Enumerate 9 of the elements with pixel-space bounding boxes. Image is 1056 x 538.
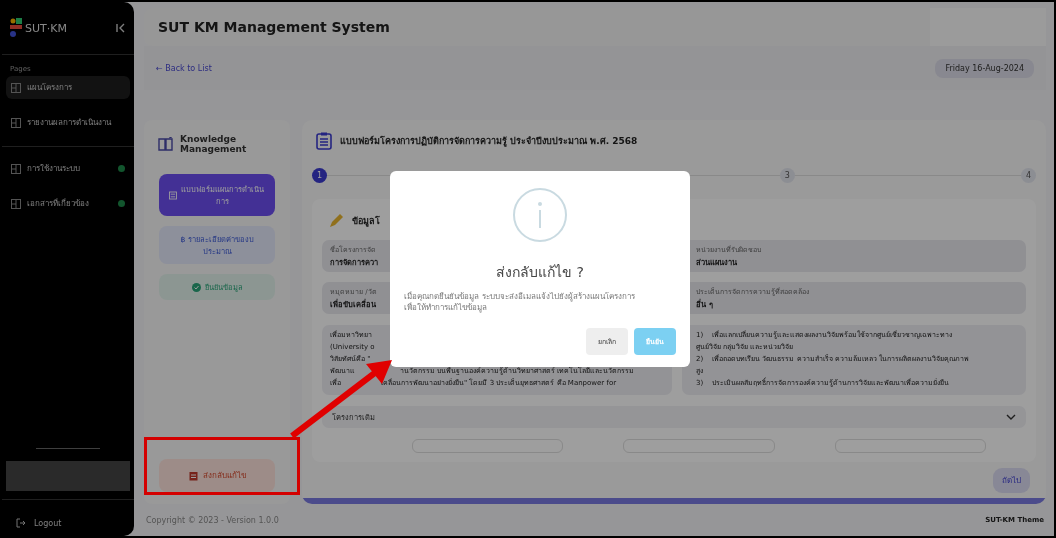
form-title: แบบฟอร์มโครงการปฏิบัติการจัดการความรู้ ประจำปีงบประมาณ พ.ศ. 2568	[340, 134, 638, 148]
app-title: SUT KM Management System	[158, 19, 390, 35]
dialog-message: เมื่อคุณกดยืนยันข้อมูล ระบบจะส่งอีเมลแจ้งไปยังผู้สร้างแผนโครงการ เพื่อให้ทำการแก้ไขข้อมูล	[404, 291, 636, 314]
date-badge: Friday 16-Aug-2024	[935, 58, 1034, 78]
section-title: ข้อมูลโ	[352, 215, 380, 228]
panel-title: Knowledge Management	[180, 134, 248, 154]
dialog-title: ส่งกลับแก้ไข ?	[496, 263, 584, 282]
logo-text: SUT·KM	[25, 21, 68, 35]
copyright-text: Copyright © 2023 - Version 1.0.0	[146, 515, 279, 525]
